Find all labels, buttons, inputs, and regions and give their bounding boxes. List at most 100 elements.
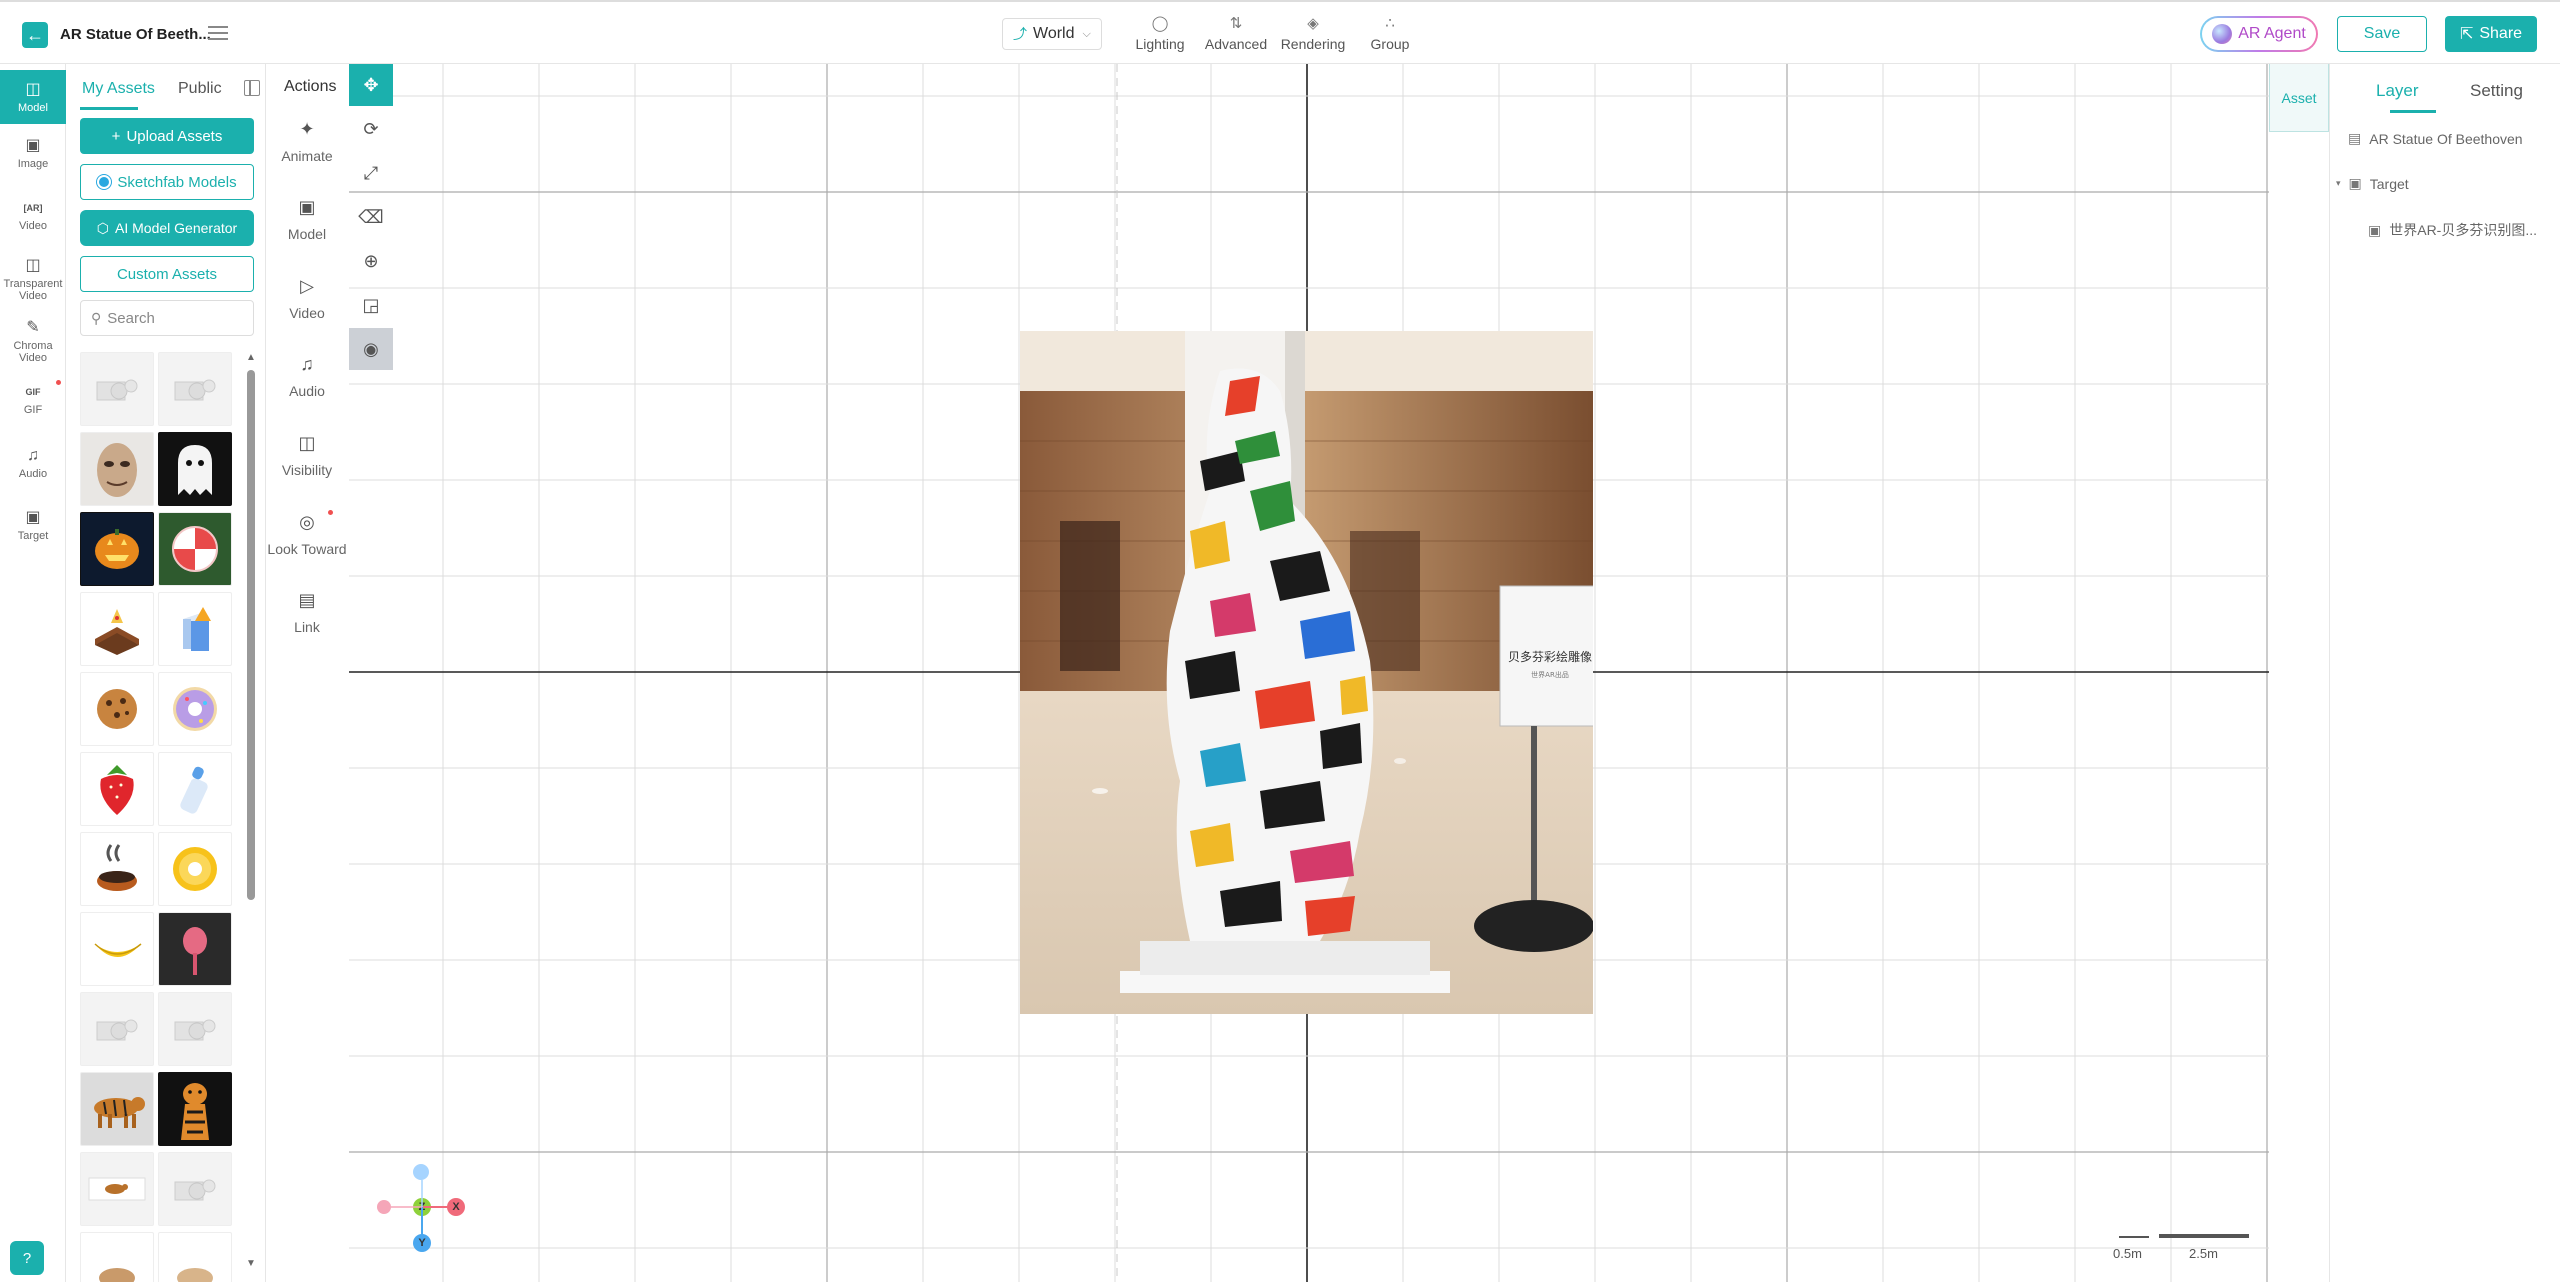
ar-agent-button[interactable]: AR Agent [2200, 16, 2318, 52]
placeholder-model-icon [174, 379, 216, 401]
layer-scene-label: AR Statue Of Beethoven [2369, 130, 2523, 147]
axis-gizmo[interactable]: Z X Y [349, 1154, 469, 1254]
scroll-down-icon[interactable]: ▼ [246, 1258, 256, 1269]
rail-item-image[interactable]: ▣ Image [0, 136, 66, 170]
move-tool[interactable]: ✥ [349, 64, 393, 106]
asset-tile-candy[interactable] [158, 512, 232, 586]
rail-label-video: Video [19, 220, 47, 232]
fit-tool[interactable]: ◲ [349, 284, 393, 326]
milk-box-icon [183, 607, 211, 651]
asset-tile-placeholder[interactable] [80, 992, 154, 1066]
rail-item-gif[interactable]: GIF GIF [0, 382, 66, 416]
layer-target-image[interactable]: ▣ 世界AR-贝多芬识别图... [2368, 220, 2537, 240]
transparent-video-icon: ◫ [25, 257, 41, 274]
action-animate[interactable]: ✦ Animate [266, 116, 348, 164]
group-tool[interactable]: ∴ Group [1350, 14, 1430, 52]
model-scan-icon: ▣ [298, 197, 316, 217]
asset-tile-milk-box[interactable] [158, 592, 232, 666]
asset-tile-placeholder[interactable] [158, 992, 232, 1066]
scale-tool[interactable]: ⤢ [349, 152, 393, 194]
action-visibility[interactable]: ◫ Visibility [266, 430, 348, 478]
asset-tile-pineapple-ring[interactable] [158, 832, 232, 906]
save-button[interactable]: Save [2337, 16, 2427, 52]
scale-label-small: 0.5m [2113, 1246, 2142, 1261]
action-model[interactable]: ▣ Model [266, 194, 348, 242]
asset-tile-hot-pot[interactable] [80, 832, 154, 906]
hamburger-menu-icon[interactable] [208, 22, 228, 42]
asset-tile-chocolate-cake[interactable] [80, 592, 154, 666]
rail-item-target[interactable]: ▣ Target [0, 508, 66, 542]
ai-model-generator-button[interactable]: ⬡ AI Model Generator [80, 210, 254, 246]
lighting-tool[interactable]: ◯ Lighting [1120, 14, 1200, 52]
asset-tile-baby-bottle[interactable] [158, 752, 232, 826]
delete-tool[interactable]: ⌫ [349, 196, 393, 238]
world-select[interactable]: ⤴ World ⌵ [1002, 18, 1102, 50]
gizmo-y-axis[interactable]: Y [413, 1234, 431, 1252]
rail-item-video[interactable]: [AR] Video [0, 198, 66, 232]
asset-side-tab[interactable]: Asset [2269, 64, 2329, 132]
action-audio[interactable]: ♫ Audio [266, 351, 348, 399]
back-button[interactable]: ← [22, 22, 48, 48]
action-link[interactable]: ▤ Link [266, 587, 348, 635]
gizmo-x-axis[interactable]: X [447, 1198, 465, 1216]
tab-my-assets[interactable]: My Assets [82, 80, 155, 98]
asset-tile-tiger-walking[interactable] [80, 1072, 154, 1146]
asset-tile-banana[interactable] [80, 912, 154, 986]
asset-tile-mask[interactable] [80, 432, 154, 506]
rendering-tool[interactable]: ◈ Rendering [1273, 14, 1353, 52]
asset-tile-placeholder[interactable] [158, 352, 232, 426]
scroll-thumb[interactable] [247, 370, 255, 900]
asset-tile-pumpkin[interactable] [80, 512, 154, 586]
rail-item-audio[interactable]: ♫ Audio [0, 446, 66, 480]
rail-item-chroma-video[interactable]: ✎ Chroma Video [0, 318, 66, 364]
asset-tile-donut[interactable] [158, 672, 232, 746]
layer-tab-underline [2390, 110, 2436, 113]
custom-assets-button[interactable]: Custom Assets [80, 256, 254, 292]
action-visibility-label: Visibility [281, 462, 333, 478]
asset-tile-strawberry[interactable] [80, 752, 154, 826]
asset-tile-placeholder[interactable] [158, 1152, 232, 1226]
asset-scrollbar[interactable]: ▲ ▼ [244, 352, 256, 1272]
rendering-label: Rendering [1280, 36, 1346, 52]
asset-tile-cookie[interactable] [80, 672, 154, 746]
help-button[interactable]: ? [10, 1241, 44, 1275]
upload-assets-button[interactable]: + Upload Assets [80, 118, 254, 154]
scene-viewport[interactable]: 贝多芬彩绘雕像 世界AR出品 Z X Y 0.5m 2.5m [349, 64, 2269, 1282]
paint-bucket-icon: ◈ [1307, 15, 1319, 32]
search-input[interactable] [107, 309, 238, 327]
action-video[interactable]: ▷ Video [266, 273, 348, 321]
sketchfab-models-button[interactable]: Sketchfab Models [80, 164, 254, 200]
rail-item-transparent-video[interactable]: ◫ Transparent Video [0, 256, 66, 302]
tab-public[interactable]: Public [178, 80, 222, 98]
asset-tile-ghost[interactable] [158, 432, 232, 506]
rail-label-image: Image [17, 158, 49, 170]
tab-setting[interactable]: Setting [2470, 81, 2523, 101]
lighting-label: Lighting [1135, 36, 1185, 52]
preview-tool[interactable]: ◉ [349, 328, 393, 370]
asset-tile-tiger-small[interactable] [80, 1152, 154, 1226]
search-box[interactable]: ⚲ [80, 300, 254, 336]
rotate-tool[interactable]: ⟳ [349, 108, 393, 150]
action-look-toward-label: Look Toward [267, 541, 347, 557]
share-button[interactable]: ⇱ Share [2445, 16, 2537, 52]
asset-tile-tiger-front[interactable] [158, 1072, 232, 1146]
asset-tile-partial[interactable] [158, 1232, 232, 1282]
scroll-up-icon[interactable]: ▲ [246, 352, 256, 363]
actions-title: Actions [284, 78, 337, 95]
asset-tile-placeholder[interactable] [80, 352, 154, 426]
tab-layer[interactable]: Layer [2376, 81, 2419, 101]
collapse-panel-icon[interactable] [244, 80, 260, 96]
layer-scene-root[interactable]: ▤ AR Statue Of Beethoven [2348, 130, 2523, 147]
layer-target[interactable]: ▾ ▣ Target [2336, 175, 2409, 192]
rail-item-model[interactable]: ◫ Model [0, 70, 66, 124]
advanced-tool[interactable]: ⇅ Advanced [1196, 14, 1276, 52]
gizmo-z-axis[interactable]: Z [413, 1198, 431, 1216]
gizmo-neg-x-dot[interactable] [377, 1200, 391, 1214]
focus-tool[interactable]: ⊕ [349, 240, 393, 282]
target-image[interactable]: 贝多芬彩绘雕像 世界AR出品 [1020, 331, 1593, 1014]
action-look-toward[interactable]: ◎ Look Toward [266, 509, 348, 557]
look-toward-icon: ◎ [299, 512, 315, 532]
asset-tile-lollipop[interactable] [158, 912, 232, 986]
gizmo-neg-y-dot[interactable] [413, 1164, 429, 1180]
asset-tile-partial[interactable] [80, 1232, 154, 1282]
